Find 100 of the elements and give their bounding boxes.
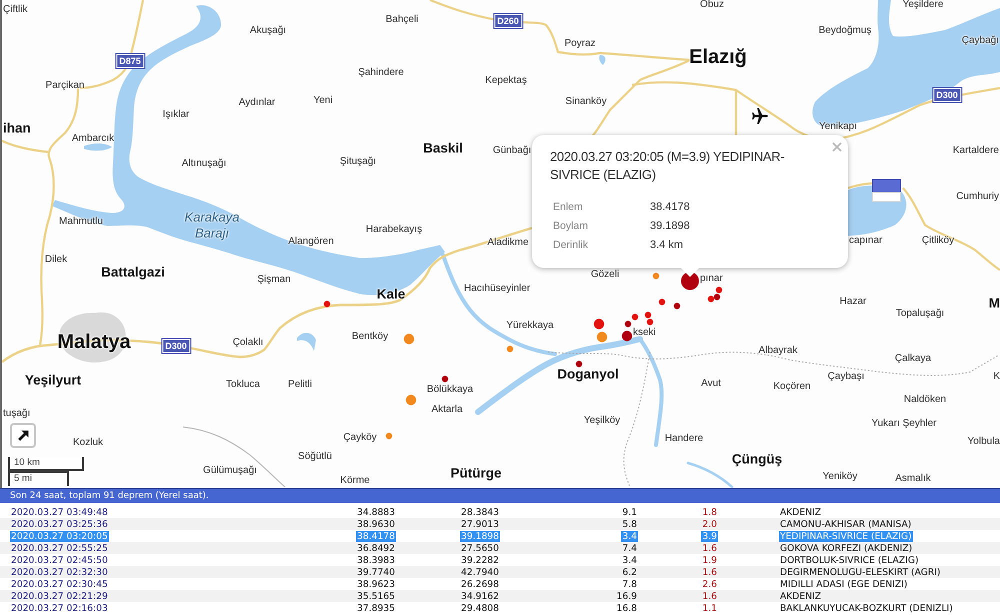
place-label: Çaybağı bbox=[962, 36, 999, 46]
earthquake-marker[interactable] bbox=[624, 320, 632, 328]
earthquake-marker[interactable] bbox=[594, 318, 604, 330]
pond bbox=[297, 332, 316, 351]
earthquake-marker[interactable] bbox=[681, 272, 699, 290]
table-cell: 38.4178 bbox=[356, 530, 396, 542]
place-label: Beydoğmuş bbox=[818, 26, 872, 36]
earthquake-marker[interactable] bbox=[386, 432, 392, 440]
road-shield: D875 bbox=[116, 54, 144, 68]
earthquake-marker[interactable] bbox=[714, 294, 720, 300]
place-label: Harabekayış bbox=[366, 225, 422, 235]
place-label: Günbağı bbox=[492, 146, 532, 156]
place-label: Yenikapı bbox=[819, 122, 857, 132]
water-label: Karakaya Barajı bbox=[184, 209, 240, 241]
field-label: Enlem bbox=[553, 200, 583, 212]
table-cell: 2020.03.27 02:30:45 bbox=[10, 578, 109, 590]
place-label: Çitliköy bbox=[922, 236, 954, 246]
expand-button[interactable] bbox=[10, 423, 36, 448]
place-label: Ambarcık bbox=[72, 134, 114, 144]
table-cell: AKDENIZ bbox=[779, 506, 822, 518]
earthquake-marker[interactable] bbox=[442, 376, 448, 382]
town-label: M bbox=[988, 296, 1000, 310]
table-cell: AKDENIZ bbox=[779, 590, 822, 602]
table-cell: 29.4808 bbox=[460, 602, 500, 614]
table-cell: 2020.03.27 02:32:30 bbox=[10, 566, 109, 578]
earthquake-marker[interactable] bbox=[674, 302, 680, 310]
place-label: Çalkaya bbox=[894, 354, 932, 364]
table-cell: 2020.03.27 02:16:03 bbox=[10, 602, 109, 614]
earthquake-marker[interactable] bbox=[632, 314, 638, 320]
place-label: Aladikme bbox=[487, 238, 529, 248]
table-cell: 36.8492 bbox=[356, 542, 396, 554]
place-label: Pelitli bbox=[288, 380, 312, 390]
table-cell: 27.5650 bbox=[460, 542, 500, 554]
earthquake-marker[interactable] bbox=[406, 394, 416, 406]
table-cell: 1.6 bbox=[701, 542, 718, 554]
table-row[interactable]: 2020.03.27 02:55:25 36.8492 27.5650 7.4 1.6 GOKOVA KORFEZI (AKDENIZ) bbox=[0, 542, 1000, 554]
place-label: Naldöken bbox=[904, 395, 946, 405]
earthquake-marker[interactable] bbox=[596, 332, 608, 342]
field-label: Derinlik bbox=[553, 238, 588, 250]
place-label: Çaybaşı bbox=[828, 372, 864, 382]
earthquake-marker[interactable] bbox=[644, 312, 652, 318]
place-label: Parçikan bbox=[46, 81, 84, 91]
town-label: Yeşilyurt bbox=[24, 373, 82, 387]
place-label: Bahçeli bbox=[386, 15, 418, 25]
place-label: Yeni bbox=[313, 96, 333, 106]
earthquake-marker[interactable] bbox=[622, 330, 632, 342]
table-cell: 16.8 bbox=[616, 602, 638, 614]
table-cell: 39.7740 bbox=[356, 566, 396, 578]
table-cell: 2.6 bbox=[701, 578, 718, 590]
place-label: Çiftlik bbox=[3, 5, 28, 15]
place-label: Koçören bbox=[773, 382, 811, 392]
place-label: Albayrak bbox=[758, 346, 798, 356]
place-label: Kozluk bbox=[73, 438, 103, 448]
table-cell: CAMONU-AKHISAR (MANISA) bbox=[779, 518, 912, 530]
table-cell: 2020.03.27 02:45:50 bbox=[10, 554, 109, 566]
table-cell: 35.5165 bbox=[356, 590, 396, 602]
table-cell: 7.4 bbox=[621, 542, 638, 554]
town-label: Battalgazi bbox=[101, 265, 165, 279]
table-cell: 3.9 bbox=[701, 530, 718, 542]
table-row[interactable]: 2020.03.27 02:32:30 39.7740 42.7940 6.2 1.6 DEGIRMENOLUGU-ELESKIRT (AGRI) bbox=[0, 566, 1000, 578]
place-label: Obuz bbox=[700, 0, 724, 10]
table-cell: 39.2282 bbox=[460, 554, 500, 566]
place-label: Yürekkaya bbox=[506, 321, 554, 331]
earthquake-marker[interactable] bbox=[658, 298, 666, 306]
table-row[interactable]: 2020.03.27 03:25:36 38.9630 27.9013 5.8 2.0 CAMONU-AKHISAR (MANISA) bbox=[0, 518, 1000, 530]
table-cell: 2.0 bbox=[701, 518, 718, 530]
earthquake-marker[interactable] bbox=[652, 272, 660, 280]
table-cell: 42.7940 bbox=[460, 566, 500, 578]
place-label: Asmalık bbox=[895, 474, 931, 484]
table-cell: 27.9013 bbox=[460, 518, 500, 530]
place-label: Poyraz bbox=[564, 39, 596, 49]
place-label: Çolaklı bbox=[232, 338, 264, 348]
place-label: Hacıhüseyinler bbox=[464, 284, 530, 294]
scale-bar: 10 km bbox=[8, 457, 84, 471]
place-label: Tokluca bbox=[226, 380, 260, 390]
place-label: Yolbula bbox=[968, 437, 1000, 447]
earthquake-marker[interactable] bbox=[506, 346, 514, 352]
list-header: Son 24 saat, toplam 91 deprem (Yerel saat). bbox=[0, 489, 1000, 503]
earthquake-marker[interactable] bbox=[576, 360, 582, 368]
table-cell: 2020.03.27 02:55:25 bbox=[10, 542, 109, 554]
place-label: Alangören bbox=[288, 237, 334, 247]
place-label: Bentköy bbox=[352, 332, 388, 342]
place-label: capınar bbox=[849, 236, 882, 246]
earthquake-marker[interactable] bbox=[716, 286, 722, 294]
earthquake-marker[interactable] bbox=[324, 300, 330, 308]
place-label: Cumhuriy bbox=[956, 192, 999, 202]
earthquake-marker[interactable] bbox=[404, 334, 414, 344]
table-cell: 34.9162 bbox=[460, 590, 500, 602]
earthquake-marker[interactable] bbox=[646, 318, 654, 326]
table-cell: 3.4 bbox=[621, 530, 638, 542]
river bbox=[686, 462, 734, 488]
table-row[interactable]: 2020.03.27 02:21:29 35.5165 34.9162 16.9 1.6 AKDENIZ bbox=[0, 590, 1000, 602]
table-cell: 1.8 bbox=[701, 506, 718, 518]
table-cell: 6.2 bbox=[621, 566, 638, 578]
place-label: pınar bbox=[700, 274, 723, 284]
earthquake-marker[interactable] bbox=[708, 296, 714, 302]
place-label: Şituşağı bbox=[340, 157, 376, 167]
place-label: Körme bbox=[340, 476, 370, 486]
place-label: Söğütlü bbox=[298, 452, 332, 462]
town-label: Kale bbox=[376, 287, 406, 301]
